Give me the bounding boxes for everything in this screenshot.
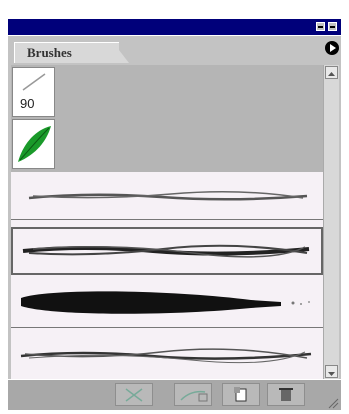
vertical-scrollbar[interactable] [323,65,339,379]
new-brush-icon[interactable] [222,383,260,406]
calligraphic-brush-preset[interactable]: 90 [12,67,55,117]
tab-slant [107,43,129,63]
minimize-icon[interactable] [316,22,325,31]
brush-stroke-item-selected[interactable] [11,227,323,275]
delete-brush-icon[interactable] [267,383,305,406]
scroll-up-arrow-icon[interactable] [325,66,338,79]
close-icon[interactable] [328,22,337,31]
brushes-panel: Brushes 90 [8,19,341,410]
preset-size-label: 90 [20,96,35,111]
options-icon[interactable] [174,383,212,406]
panel-menu-arrow-icon[interactable] [325,41,339,55]
tab-label: Brushes [27,45,72,60]
title-bar[interactable] [8,19,341,35]
bottom-toolbar [8,379,341,410]
tab-row: Brushes [8,35,341,64]
leaf-icon [18,126,51,162]
brush-stroke-item[interactable] [11,332,323,380]
brush-stroke-item[interactable] [11,172,323,220]
brush-stroke-item[interactable] [11,280,323,328]
scroll-down-arrow-icon[interactable] [325,365,338,378]
art-brush-preset[interactable] [12,119,55,169]
brush-stroke-list [11,172,323,380]
tab-brushes[interactable]: Brushes [14,42,129,63]
remove-stroke-icon[interactable] [115,383,153,406]
resize-grip-icon[interactable] [327,396,339,409]
brush-presets: 90 [11,65,323,172]
